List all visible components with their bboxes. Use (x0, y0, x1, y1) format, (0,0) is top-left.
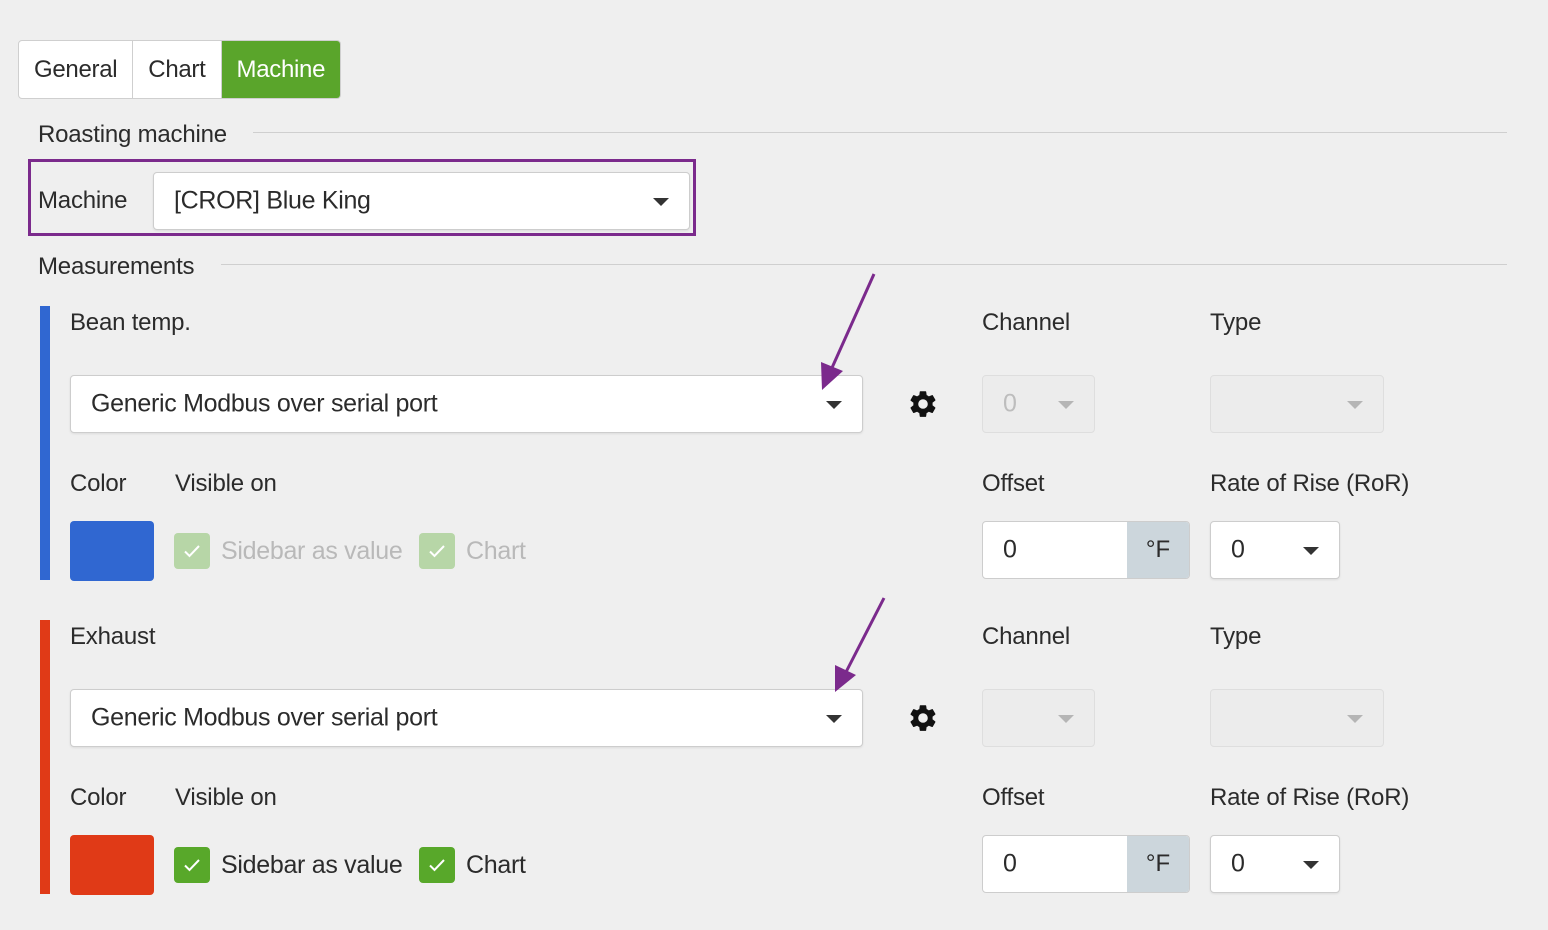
exhaust-ror-value: 0 (1231, 849, 1245, 878)
chevron-down-icon (1347, 401, 1363, 409)
chevron-down-icon (1058, 401, 1074, 409)
exhaust-type-label: Type (1210, 623, 1262, 650)
bean-temp-ror-label: Rate of Rise (RoR) (1210, 470, 1410, 497)
exhaust-chart-label: Chart (466, 851, 526, 879)
exhaust-source-value: Generic Modbus over serial port (91, 703, 438, 732)
bean-temp-chart-checkbox[interactable] (419, 533, 455, 569)
exhaust-channel-select[interactable] (982, 689, 1095, 747)
bean-temp-ror-select[interactable]: 0 (1210, 521, 1340, 579)
bean-temp-offset-input[interactable]: 0 °F (982, 521, 1190, 579)
chevron-down-icon (1303, 861, 1319, 869)
check-icon (184, 545, 200, 558)
exhaust-sidebar-label: Sidebar as value (221, 851, 403, 879)
bean-temp-type-label: Type (1210, 309, 1262, 336)
exhaust-offset-label: Offset (982, 784, 1045, 811)
bean-temp-color-swatch[interactable] (70, 521, 154, 581)
bean-temp-ror-value: 0 (1231, 535, 1245, 564)
bean-temp-visible-on-label: Visible on (175, 470, 277, 497)
bean-temp-channel-value: 0 (1003, 389, 1017, 418)
exhaust-offset-value: 0 (1003, 849, 1017, 878)
bean-temp-offset-unit: °F (1127, 522, 1189, 578)
section-divider (221, 264, 1507, 265)
exhaust-chart-checkbox[interactable] (419, 847, 455, 883)
exhaust-title: Exhaust (70, 623, 156, 650)
exhaust-offset-input[interactable]: 0 °F (982, 835, 1190, 893)
chevron-down-icon (826, 715, 842, 723)
machine-label: Machine (38, 187, 128, 214)
bean-temp-channel-select[interactable]: 0 (982, 375, 1095, 433)
bean-temp-color-label: Color (70, 470, 127, 497)
machine-select[interactable]: [CROR] Blue King (153, 172, 690, 230)
bean-temp-source-value: Generic Modbus over serial port (91, 389, 438, 418)
section-divider (253, 132, 1507, 133)
tab-general[interactable]: General (19, 41, 134, 98)
chevron-down-icon (826, 401, 842, 409)
section-title-measurements: Measurements (38, 253, 195, 280)
bean-temp-sidebar-label: Sidebar as value (221, 537, 403, 565)
exhaust-ror-select[interactable]: 0 (1210, 835, 1340, 893)
bean-temp-chart-label: Chart (466, 537, 526, 565)
check-icon (429, 859, 445, 872)
bean-temp-type-select[interactable] (1210, 375, 1384, 433)
exhaust-ror-label: Rate of Rise (RoR) (1210, 784, 1410, 811)
tab-chart[interactable]: Chart (133, 41, 222, 98)
check-icon (184, 859, 200, 872)
bean-temp-offset-value: 0 (1003, 535, 1017, 564)
bean-temp-accent-bar (40, 306, 50, 580)
exhaust-accent-bar (40, 620, 50, 894)
gear-icon[interactable] (907, 702, 939, 734)
chevron-down-icon (653, 198, 669, 206)
exhaust-color-label: Color (70, 784, 127, 811)
exhaust-source-select[interactable]: Generic Modbus over serial port (70, 689, 863, 747)
exhaust-type-select[interactable] (1210, 689, 1384, 747)
chevron-down-icon (1303, 547, 1319, 555)
bean-temp-channel-label: Channel (982, 309, 1071, 336)
exhaust-sidebar-checkbox[interactable] (174, 847, 210, 883)
exhaust-offset-unit: °F (1127, 836, 1189, 892)
settings-tabs: General Chart Machine (18, 40, 342, 99)
bean-temp-source-select[interactable]: Generic Modbus over serial port (70, 375, 863, 433)
tab-machine[interactable]: Machine (221, 41, 341, 98)
exhaust-channel-label: Channel (982, 623, 1071, 650)
exhaust-color-swatch[interactable] (70, 835, 154, 895)
gear-icon[interactable] (907, 388, 939, 420)
chevron-down-icon (1347, 715, 1363, 723)
bean-temp-sidebar-checkbox[interactable] (174, 533, 210, 569)
machine-select-value: [CROR] Blue King (174, 186, 371, 215)
section-title-roasting-machine: Roasting machine (38, 121, 227, 148)
exhaust-visible-on-label: Visible on (175, 784, 277, 811)
chevron-down-icon (1058, 715, 1074, 723)
check-icon (429, 545, 445, 558)
bean-temp-title: Bean temp. (70, 309, 191, 336)
bean-temp-offset-label: Offset (982, 470, 1045, 497)
